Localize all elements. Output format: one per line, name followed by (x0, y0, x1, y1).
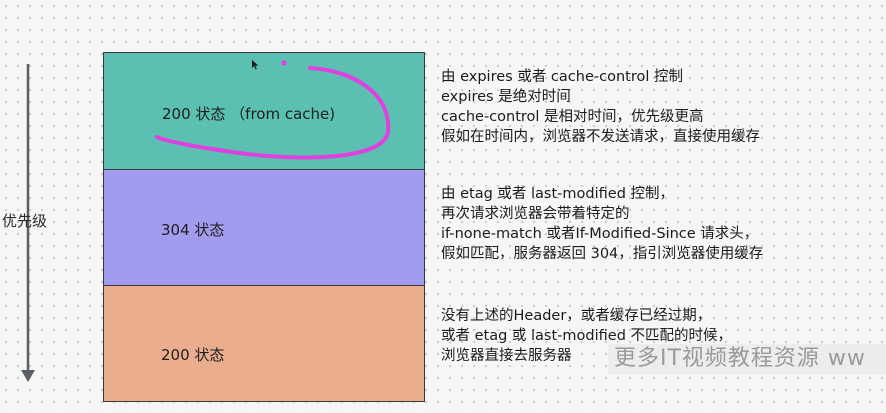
description-line: 假如匹配，服务器返回 304，指引浏览器使用缓存 (441, 246, 764, 262)
arrow-down-icon (21, 370, 35, 382)
description-line: 或者 etag 或 last-modified 不匹配的时候， (441, 328, 733, 344)
description-line: 没有上述的Header，或者缓存已经过期， (441, 308, 712, 324)
negotiated-cache-label: 304 状态 (161, 221, 225, 239)
no-cache-box: 200 状态 (103, 286, 425, 402)
priority-label: 优先级 (2, 212, 48, 230)
no-cache-label: 200 状态 (161, 346, 225, 364)
mouse-cursor-icon (252, 60, 259, 70)
negotiated-cache-box: 304 状态 (103, 170, 425, 286)
description-line: if-none-match 或者If-Modified-Since 请求头， (441, 226, 759, 242)
watermark-banner: 更多IT视频教程资源 ww (608, 344, 886, 374)
strong-cache-box: 200 状态 （from cache) (103, 52, 425, 170)
negotiated-cache-description: 由 etag 或者 last-modified 控制， 再次请求浏览器会带着特定… (441, 184, 763, 264)
diagram-canvas: 优先级 200 状态 （from cache) 304 状态 200 状态 由 … (0, 0, 886, 413)
description-line: cache-control 是相对时间，优先级更高 (441, 109, 704, 125)
strong-cache-label: 200 状态 （from cache) (162, 105, 336, 123)
description-line: 假如在时间内，浏览器不发送请求，直接使用缓存 (441, 129, 760, 145)
strong-cache-description: 由 expires 或者 cache-control 控制 expires 是绝… (441, 67, 760, 147)
description-line: 由 expires 或者 cache-control 控制 (441, 69, 683, 85)
description-line: 再次请求浏览器会带着特定的 (441, 206, 630, 222)
description-line: 由 etag 或者 last-modified 控制， (441, 186, 675, 202)
description-line: expires 是绝对时间 (441, 89, 571, 105)
